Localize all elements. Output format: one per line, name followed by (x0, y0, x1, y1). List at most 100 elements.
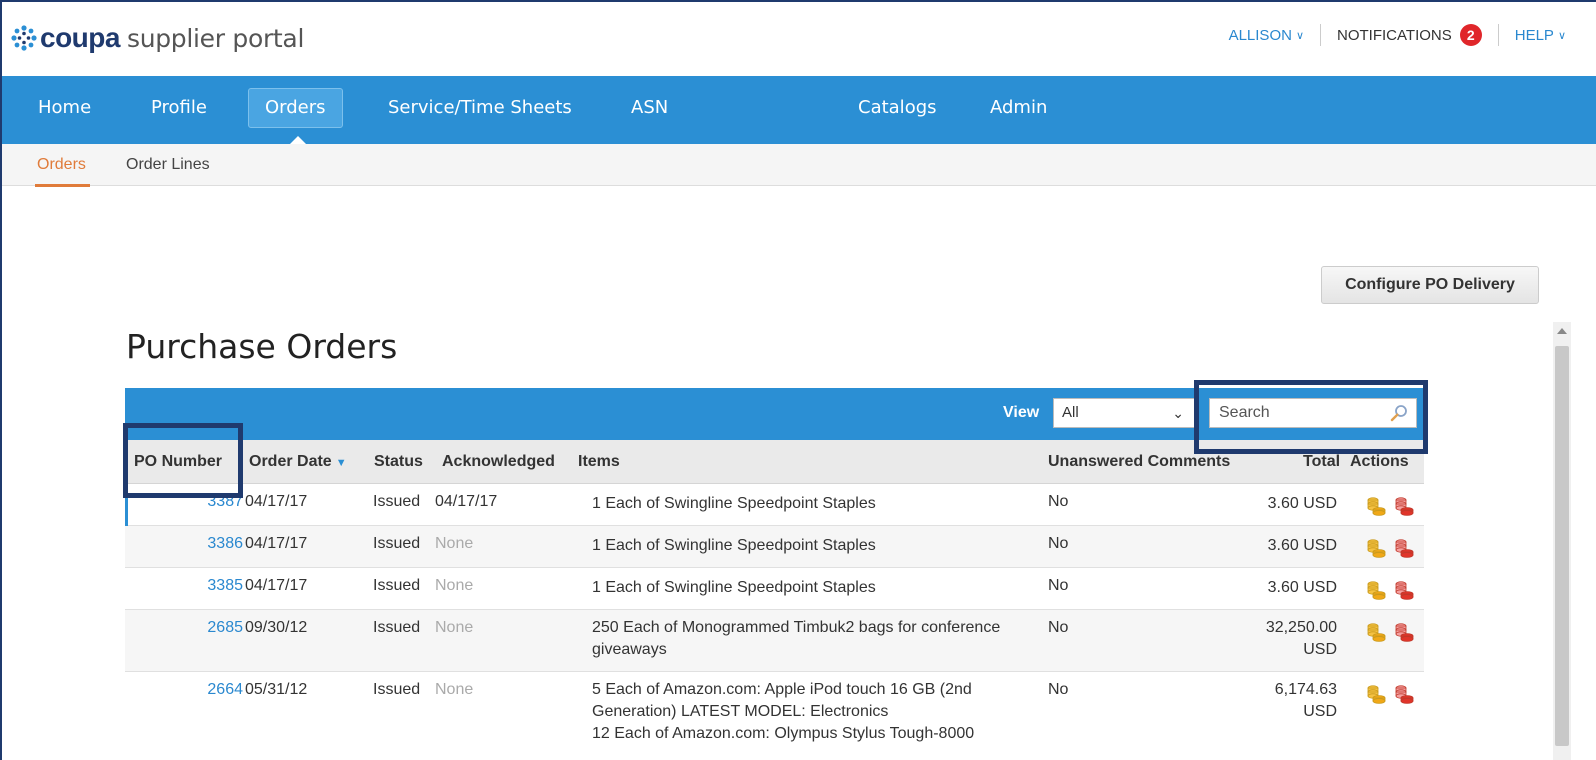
create-credit-note-icon[interactable] (1393, 537, 1415, 559)
tab-admin[interactable]: Admin (974, 88, 1063, 128)
items: 1 Each of Swingline Speedpoint Staples (592, 579, 876, 596)
total-currency: USD (1303, 703, 1337, 720)
item-line: 12 Each of Amazon.com: Olympus Stylus To… (592, 725, 975, 742)
total: 6,174.63 USD (1245, 679, 1337, 723)
create-credit-note-icon[interactable] (1393, 683, 1415, 705)
order-date: 09/30/12 (245, 619, 308, 636)
sort-desc-icon: ▼ (335, 457, 347, 469)
chevron-down-icon: ∨ (1557, 29, 1566, 42)
table-row[interactable]: 3386 04/17/17 Issued None 1 Each of Swin… (125, 526, 1424, 568)
divider (1320, 24, 1322, 46)
column-header-total[interactable]: Total (1303, 453, 1340, 471)
item-line: 5 Each of Amazon.com: Apple iPod touch 1… (592, 681, 972, 720)
unanswered-comments: No (1048, 681, 1069, 698)
order-date: 04/17/17 (245, 535, 308, 552)
tab-profile[interactable]: Profile (135, 88, 223, 128)
create-invoice-icon[interactable] (1365, 537, 1387, 559)
items: 5 Each of Amazon.com: Apple iPod touch 1… (592, 679, 1032, 745)
status: Issued (373, 493, 421, 510)
po-number-link[interactable]: 2664 (195, 681, 243, 699)
create-invoice-icon[interactable] (1365, 683, 1387, 705)
top-header: coupa supplier portal ALLISON ∨ NOTIFICA… (2, 2, 1596, 76)
utility-nav: ALLISON ∨ NOTIFICATIONS 2 HELP ∨ (1229, 24, 1566, 46)
scrollbar[interactable] (1553, 322, 1571, 760)
acknowledged: None (435, 681, 474, 698)
table-row[interactable]: 3387 04/17/17 Issued 04/17/17 1 Each of … (125, 484, 1424, 526)
unanswered-comments: No (1048, 619, 1069, 636)
total-amount: 3.60 USD (1267, 495, 1337, 512)
column-header-acknowledged[interactable]: Acknowledged (442, 453, 555, 471)
page-title: Purchase Orders (126, 327, 398, 366)
highlight-po-number (123, 423, 243, 498)
column-header-unanswered-comments[interactable]: Unanswered Comments (1048, 453, 1230, 471)
table-row[interactable]: 2685 09/30/12 Issued None 250 Each of Mo… (125, 610, 1424, 672)
configure-po-delivery-button[interactable]: Configure PO Delivery (1321, 266, 1539, 304)
row-actions (1365, 495, 1415, 517)
order-date: 04/17/17 (245, 493, 308, 510)
notifications-badge: 2 (1459, 24, 1482, 46)
total-currency: USD (1303, 641, 1337, 658)
total-amount: 3.60 USD (1267, 579, 1337, 596)
create-invoice-icon[interactable] (1365, 621, 1387, 643)
tab-home[interactable]: Home (22, 88, 107, 128)
table-row[interactable]: 2664 05/31/12 Issued None 5 Each of Amaz… (125, 672, 1424, 760)
subtab-orders[interactable]: Orders (37, 156, 86, 174)
view-select[interactable]: All ⌄ (1053, 398, 1195, 428)
total-amount: 32,250.00 (1265, 619, 1337, 636)
create-credit-note-icon[interactable] (1393, 579, 1415, 601)
tab-catalogs[interactable]: Catalogs (842, 88, 953, 128)
status: Issued (373, 535, 421, 552)
user-menu[interactable]: ALLISON ∨ (1229, 27, 1304, 44)
total: 3.60 USD (1245, 535, 1337, 557)
subtab-order-lines[interactable]: Order Lines (126, 156, 210, 174)
acknowledged: None (435, 577, 474, 594)
sub-nav: Orders Order Lines (2, 144, 1596, 186)
tab-orders[interactable]: Orders (248, 88, 343, 128)
order-date: 04/17/17 (245, 577, 308, 594)
help-menu[interactable]: HELP ∨ (1515, 27, 1566, 44)
row-actions (1365, 579, 1415, 601)
total: 32,250.00 USD (1245, 617, 1337, 661)
logo[interactable]: coupa supplier portal (10, 22, 304, 54)
items: 1 Each of Swingline Speedpoint Staples (592, 537, 876, 554)
po-number-link[interactable]: 3386 (195, 535, 243, 553)
column-header-status[interactable]: Status (374, 453, 423, 471)
tab-service-time-sheets[interactable]: Service/Time Sheets (372, 88, 588, 128)
view-select-value: All (1062, 404, 1079, 421)
notifications-label: NOTIFICATIONS (1337, 26, 1452, 44)
total: 3.60 USD (1245, 493, 1337, 515)
create-invoice-icon[interactable] (1365, 495, 1387, 517)
row-actions (1365, 621, 1415, 643)
scroll-up-icon[interactable] (1557, 328, 1567, 334)
status: Issued (373, 577, 421, 594)
po-number-link[interactable]: 2685 (195, 619, 243, 637)
brand-name: coupa (40, 22, 120, 53)
scrollbar-thumb[interactable] (1555, 346, 1569, 746)
active-subtab-underline (35, 184, 90, 187)
status: Issued (373, 619, 421, 636)
po-number-link[interactable]: 3385 (195, 577, 243, 595)
column-header-items[interactable]: Items (578, 453, 620, 471)
table-row[interactable]: 3385 04/17/17 Issued None 1 Each of Swin… (125, 568, 1424, 610)
create-invoice-icon[interactable] (1365, 579, 1387, 601)
column-header-order-date-label: Order Date (249, 453, 332, 470)
row-actions (1365, 537, 1415, 559)
create-credit-note-icon[interactable] (1393, 495, 1415, 517)
create-credit-note-icon[interactable] (1393, 621, 1415, 643)
order-date: 05/31/12 (245, 681, 308, 698)
column-header-order-date[interactable]: Order Date ▼ (249, 453, 347, 471)
app-window: coupa supplier portal ALLISON ∨ NOTIFICA… (0, 0, 1596, 760)
tab-asn[interactable]: ASN (615, 88, 684, 128)
status: Issued (373, 681, 421, 698)
notifications-menu[interactable]: NOTIFICATIONS 2 (1337, 24, 1482, 46)
acknowledged: 04/17/17 (435, 493, 498, 510)
total-amount: 6,174.63 (1274, 681, 1337, 698)
chevron-down-icon: ⌄ (1172, 405, 1184, 421)
acknowledged: None (435, 619, 474, 636)
unanswered-comments: No (1048, 493, 1069, 510)
acknowledged: None (435, 535, 474, 552)
help-menu-label: HELP (1514, 26, 1554, 44)
total-amount: 3.60 USD (1267, 537, 1337, 554)
total: 3.60 USD (1245, 577, 1337, 599)
row-actions (1365, 683, 1415, 705)
